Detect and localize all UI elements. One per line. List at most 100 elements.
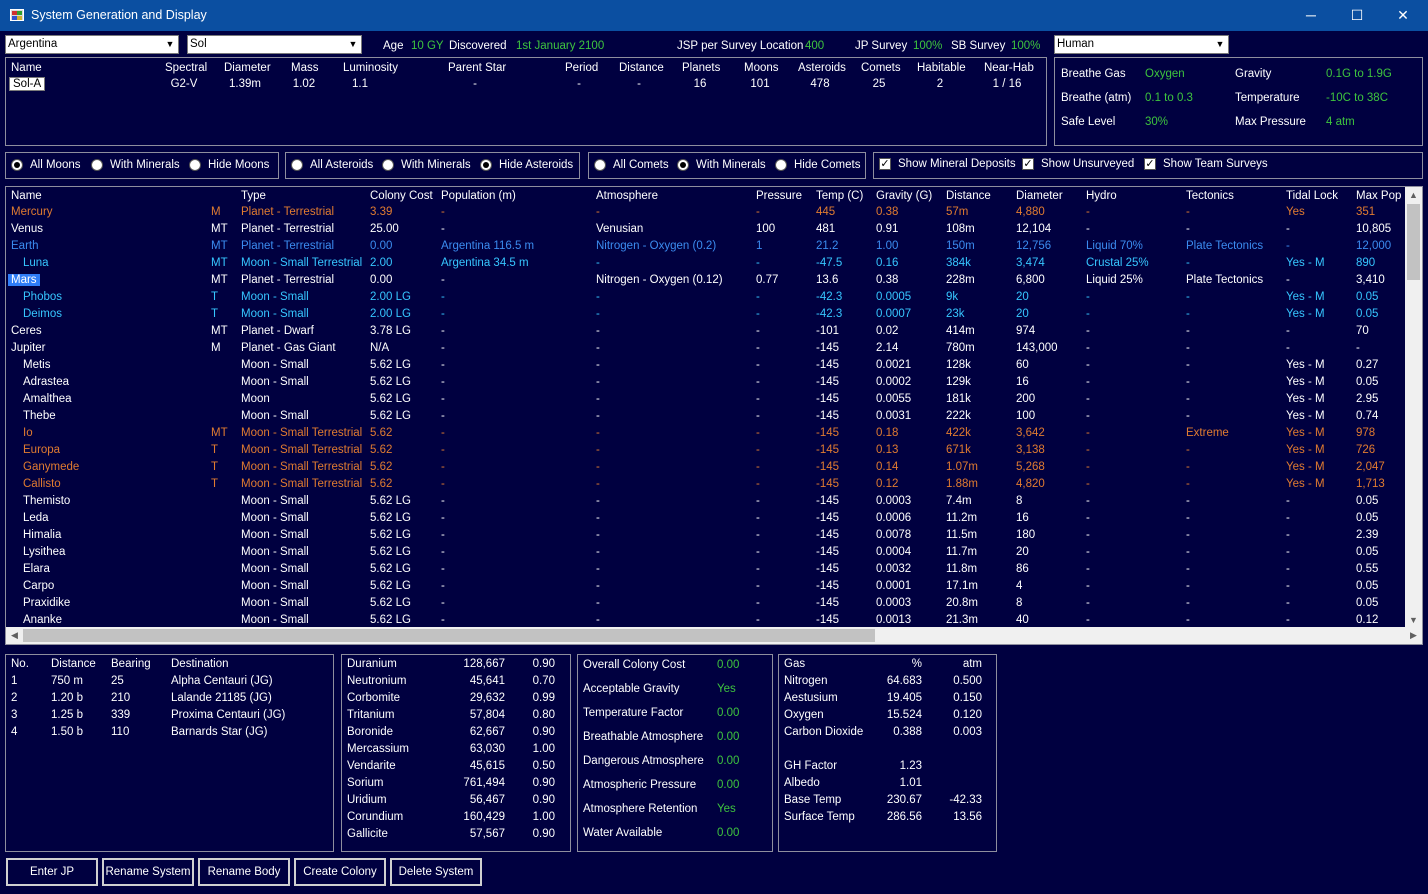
table-row[interactable]: Thebe Moon - Small 5.62 LG - - - -145 0.0031 222… [6,409,1406,426]
grid-header-13[interactable]: Max Pop [1356,190,1401,202]
grid-cell: 20.8m [946,597,978,609]
jump-point-cell[interactable]: 1.50 b [51,726,83,738]
show-mineral-deposits-checkbox[interactable]: ✓ [879,158,891,170]
grid-cell: Yes - M [1286,257,1325,269]
grid-cell: Venusian [596,223,644,235]
table-row[interactable]: Europa T Moon - Small Terrestrial 5.62 - - - -1… [6,443,1406,460]
grid-header-10[interactable]: Hydro [1086,190,1117,202]
all-asteroids-radio[interactable] [291,159,303,171]
grid-cell: Nitrogen - Oxygen (0.2) [596,240,717,252]
grid-cell: 2.00 LG [370,308,411,320]
table-row[interactable]: Jupiter M Planet - Gas Giant N/A - - - -145 2.14… [6,341,1406,358]
grid-header-1[interactable]: Type [241,190,266,202]
table-row[interactable]: Io MT Moon - Small Terrestrial 5.62 - - - -145 0… [6,426,1406,443]
asteroids-with-minerals-radio[interactable] [382,159,394,171]
jump-point-cell[interactable]: 339 [111,709,130,721]
table-row[interactable]: Deimos T Moon - Small 2.00 LG - - - -42.3 0.0007… [6,307,1406,324]
table-row[interactable]: Mars MT Planet - Terrestrial 0.00 - Nitrogen … [6,273,1406,290]
grid-header-0[interactable]: Name [11,190,42,202]
star-name-field[interactable]: Sol-A [9,77,46,91]
jump-point-cell[interactable]: Barnards Star (JG) [171,726,268,738]
table-row[interactable]: Elara Moon - Small 5.62 LG - - - -145 0.0032 11.… [6,562,1406,579]
grid-header-11[interactable]: Tectonics [1186,190,1234,202]
moons-with-minerals-radio[interactable] [91,159,103,171]
enter-jp-button[interactable]: Enter JP [6,858,98,886]
grid-header-3[interactable]: Population (m) [441,190,516,202]
jump-point-cell[interactable]: Lalande 21185 (JG) [171,692,272,704]
jump-point-cell[interactable]: Alpha Centauri (JG) [171,675,273,687]
grid-header-5[interactable]: Pressure [756,190,802,202]
jump-point-cell[interactable]: 1.20 b [51,692,83,704]
jump-point-cell[interactable]: 210 [111,692,130,704]
grid-cell: 2.39 [1356,529,1379,541]
grid-cell: 445 [816,206,836,218]
table-row[interactable]: Himalia Moon - Small 5.62 LG - - - -145 0.0078 1… [6,528,1406,545]
table-row[interactable]: Metis Moon - Small 5.62 LG - - - -145 0.0021 128… [6,358,1406,375]
grid-cell: Yes - M [1286,478,1325,490]
system-body-grid[interactable]: Name Type Colony Cost Population (m) Atmosph… [5,186,1423,645]
table-row[interactable]: Leda Moon - Small 5.62 LG - - - -145 0.0006 11.2… [6,511,1406,528]
jump-point-cell[interactable]: 110 [111,726,129,738]
table-row[interactable]: Themisto Moon - Small 5.62 LG - - - -145 0.0003… [6,494,1406,511]
table-row[interactable]: Luna MT Moon - Small Terrestrial 2.00 Argent… [6,256,1406,273]
scroll-up-icon[interactable]: ▲ [1405,187,1422,204]
jump-point-cell[interactable]: 1 [11,675,17,687]
jump-point-cell[interactable]: 25 [111,675,124,687]
grid-header-2[interactable]: Colony Cost [370,190,433,202]
grid-header-7[interactable]: Gravity (G) [876,190,932,202]
vertical-scroll-thumb[interactable] [1407,204,1420,280]
jump-point-cell[interactable]: 2 [11,692,17,704]
hide-comets-radio[interactable] [775,159,787,171]
rename-system-button[interactable]: Rename System [102,858,194,886]
jump-point-cell[interactable]: 1.25 b [51,709,83,721]
grid-cell: 1 [756,240,763,252]
table-row[interactable]: Venus MT Planet - Terrestrial 25.00 - Venusia… [6,222,1406,239]
table-row[interactable]: Callisto T Moon - Small Terrestrial 5.62 - - -… [6,477,1406,494]
grid-cell: - [596,478,600,490]
rename-body-button[interactable]: Rename Body [198,858,290,886]
race-select[interactable]: Argentina ▼ [5,35,179,54]
table-row[interactable]: Carpo Moon - Small 5.62 LG - - - -145 0.0001 17.… [6,579,1406,596]
close-button[interactable]: ✕ [1380,0,1426,31]
table-row[interactable]: Mercury M Planet - Terrestrial 3.39 - - - 445 0.… [6,205,1406,222]
table-row[interactable]: Adrastea Moon - Small 5.62 LG - - - -145 0.0002… [6,375,1406,392]
grid-header-8[interactable]: Distance [946,190,991,202]
hide-asteroids-radio[interactable] [480,159,492,171]
table-row[interactable]: Ceres MT Planet - Dwarf 3.78 LG - - - -101 0.02 4… [6,324,1406,341]
table-row[interactable]: Amalthea Moon 5.62 LG - - - -145 0.0055 181k 200 -… [6,392,1406,409]
horizontal-scroll-thumb[interactable] [23,629,875,642]
minimize-button[interactable]: ─ [1288,0,1334,31]
all-comets-radio[interactable] [594,159,606,171]
grid-header-9[interactable]: Diameter [1016,190,1063,202]
jump-point-cell[interactable]: 3 [11,709,17,721]
horizontal-scrollbar[interactable]: ◀ ▶ [6,627,1422,644]
table-row[interactable]: Earth MT Planet - Terrestrial 0.00 Argentina… [6,239,1406,256]
species-select[interactable]: Human ▼ [1054,35,1229,54]
star-value-10: 478 [810,78,830,90]
vertical-scrollbar[interactable]: ▲ ▼ [1405,187,1422,629]
show-unsurveyed-checkbox[interactable]: ✓ [1022,158,1034,170]
maximize-button[interactable]: ☐ [1334,0,1380,31]
scroll-left-icon[interactable]: ◀ [6,627,23,644]
scroll-right-icon[interactable]: ▶ [1405,627,1422,644]
system-select[interactable]: Sol ▼ [187,35,362,54]
show-team-surveys-checkbox[interactable]: ✓ [1144,158,1156,170]
table-row[interactable]: Lysithea Moon - Small 5.62 LG - - - -145 0.0004… [6,545,1406,562]
all-moons-radio[interactable] [11,159,23,171]
grid-header-6[interactable]: Temp (C) [816,190,863,202]
star-header-12: Habitable [917,62,966,74]
table-row[interactable]: Phobos T Moon - Small 2.00 LG - - - -42.3 0.0005… [6,290,1406,307]
table-row[interactable]: Ganymede T Moon - Small Terrestrial 5.62 - - -… [6,460,1406,477]
comets-with-minerals-radio[interactable] [677,159,689,171]
grid-header-12[interactable]: Tidal Lock [1286,190,1338,202]
jump-point-cell[interactable]: 750 m [51,675,83,687]
create-colony-button[interactable]: Create Colony [294,858,386,886]
jump-point-cell[interactable]: Proxima Centauri (JG) [171,709,285,721]
hide-moons-radio[interactable] [189,159,201,171]
jump-header-3: Destination [171,658,229,670]
star-value-6: - [577,78,581,90]
delete-system-button[interactable]: Delete System [390,858,482,886]
table-row[interactable]: Praxidike Moon - Small 5.62 LG - - - -145 0.000… [6,596,1406,613]
grid-header-4[interactable]: Atmosphere [596,190,658,202]
jump-point-cell[interactable]: 4 [11,726,17,738]
